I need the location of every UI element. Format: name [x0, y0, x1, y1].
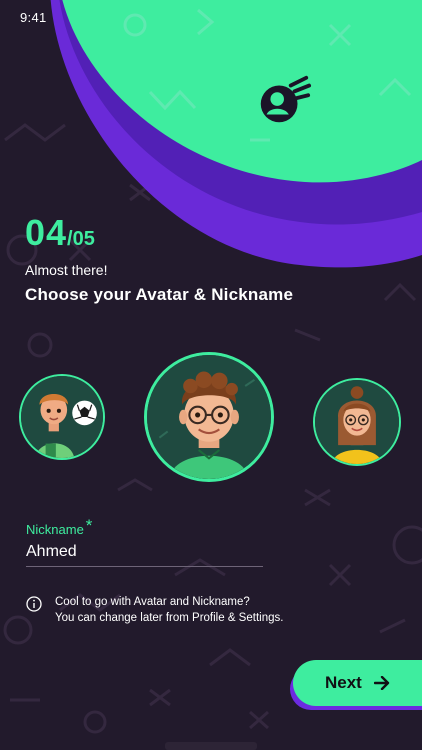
- avatar-option-boy-glasses[interactable]: [144, 352, 274, 482]
- page-title: Choose your Avatar & Nickname: [25, 285, 294, 304]
- status-bar-time: 9:41: [20, 10, 47, 25]
- player-logo-icon: [260, 75, 312, 123]
- step-total: /05: [67, 228, 95, 250]
- required-mark: *: [85, 516, 93, 535]
- nickname-underline: [26, 566, 263, 567]
- info-note: Cool to go with Avatar and Nickname? You…: [55, 594, 283, 626]
- step-current: 04: [25, 212, 68, 253]
- avatar-option-boy-football[interactable]: [19, 374, 105, 460]
- next-button[interactable]: Next: [293, 660, 422, 706]
- info-note-line-2: You can change later from Profile & Sett…: [55, 612, 284, 624]
- nickname-input[interactable]: [26, 540, 262, 564]
- nickname-label: Nickname *: [26, 516, 93, 539]
- arrow-right-icon: [373, 676, 390, 690]
- avatar-option-girl-glasses[interactable]: [313, 378, 401, 466]
- info-icon: [26, 596, 42, 612]
- info-note-line-1: Cool to go with Avatar and Nickname?: [55, 596, 250, 608]
- next-button-label: Next: [325, 673, 362, 692]
- step-indicator: 04/05: [25, 212, 95, 254]
- page-subtitle: Almost there!: [25, 262, 108, 278]
- nickname-label-text: Nickname: [26, 522, 84, 537]
